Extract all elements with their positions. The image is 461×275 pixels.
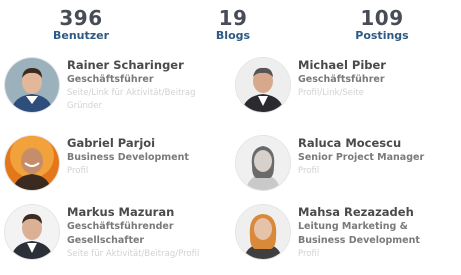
person-card[interactable]: Michael Piber Geschäftsführer Profil/Lin…	[236, 58, 456, 128]
stat-postings-label[interactable]: Postings	[337, 29, 427, 43]
person-note: Gründer	[67, 101, 102, 111]
stat-postings-value: 109	[360, 6, 404, 30]
person-note: Profil/Link/Seite	[298, 88, 364, 98]
stat-blogs-value: 19	[218, 6, 248, 30]
person-card[interactable]: Gabriel Parjoi Business Development Prof…	[5, 136, 225, 206]
avatar[interactable]	[5, 136, 59, 190]
person-card[interactable]: Markus Mazuran Geschäftsführender Gesell…	[5, 205, 225, 275]
person-note: Profil	[298, 249, 320, 259]
avatar[interactable]	[236, 205, 290, 259]
person-name[interactable]: Mahsa Rezazadeh	[298, 205, 458, 220]
stat-users[interactable]: 396 Benutzer	[36, 5, 126, 43]
person-card[interactable]: Rainer Scharinger Geschäftsführer Seite/…	[5, 58, 225, 128]
person-note: Profil	[67, 166, 89, 176]
person-name[interactable]: Raluca Mocescu	[298, 136, 458, 151]
person-role: Geschäftsführer	[67, 74, 154, 85]
stat-blogs[interactable]: 19 Blogs	[188, 5, 278, 43]
person-card[interactable]: Mahsa Rezazadeh Leitung Marketing & Busi…	[236, 205, 456, 275]
stat-users-value: 396	[59, 6, 103, 30]
person-role: Leitung Marketing & Business Development	[298, 221, 420, 246]
person-role: Geschäftsführer	[298, 74, 385, 85]
person-name[interactable]: Gabriel Parjoi	[67, 136, 227, 151]
person-note: Seite/Link für Aktivität/Beitrag	[67, 88, 196, 98]
stat-blogs-label[interactable]: Blogs	[188, 29, 278, 43]
stat-users-label[interactable]: Benutzer	[36, 29, 126, 43]
person-role: Geschäftsführender Gesellschafter	[67, 221, 174, 246]
person-note: Seite für Aktivität/Beitrag/Profil	[67, 249, 200, 259]
person-name[interactable]: Markus Mazuran	[67, 205, 227, 220]
person-note: Profil	[298, 166, 320, 176]
person-role: Business Development	[67, 152, 189, 163]
person-card[interactable]: Raluca Mocescu Senior Project Manager Pr…	[236, 136, 456, 206]
avatar[interactable]	[5, 58, 59, 112]
avatar[interactable]	[236, 136, 290, 190]
avatar[interactable]	[236, 58, 290, 112]
person-role: Senior Project Manager	[298, 152, 425, 163]
stat-postings[interactable]: 109 Postings	[337, 5, 427, 43]
person-name[interactable]: Rainer Scharinger	[67, 58, 227, 73]
stats-bar: 396 Benutzer 19 Blogs 109 Postings	[0, 5, 461, 55]
person-name[interactable]: Michael Piber	[298, 58, 458, 73]
avatar[interactable]	[5, 205, 59, 259]
